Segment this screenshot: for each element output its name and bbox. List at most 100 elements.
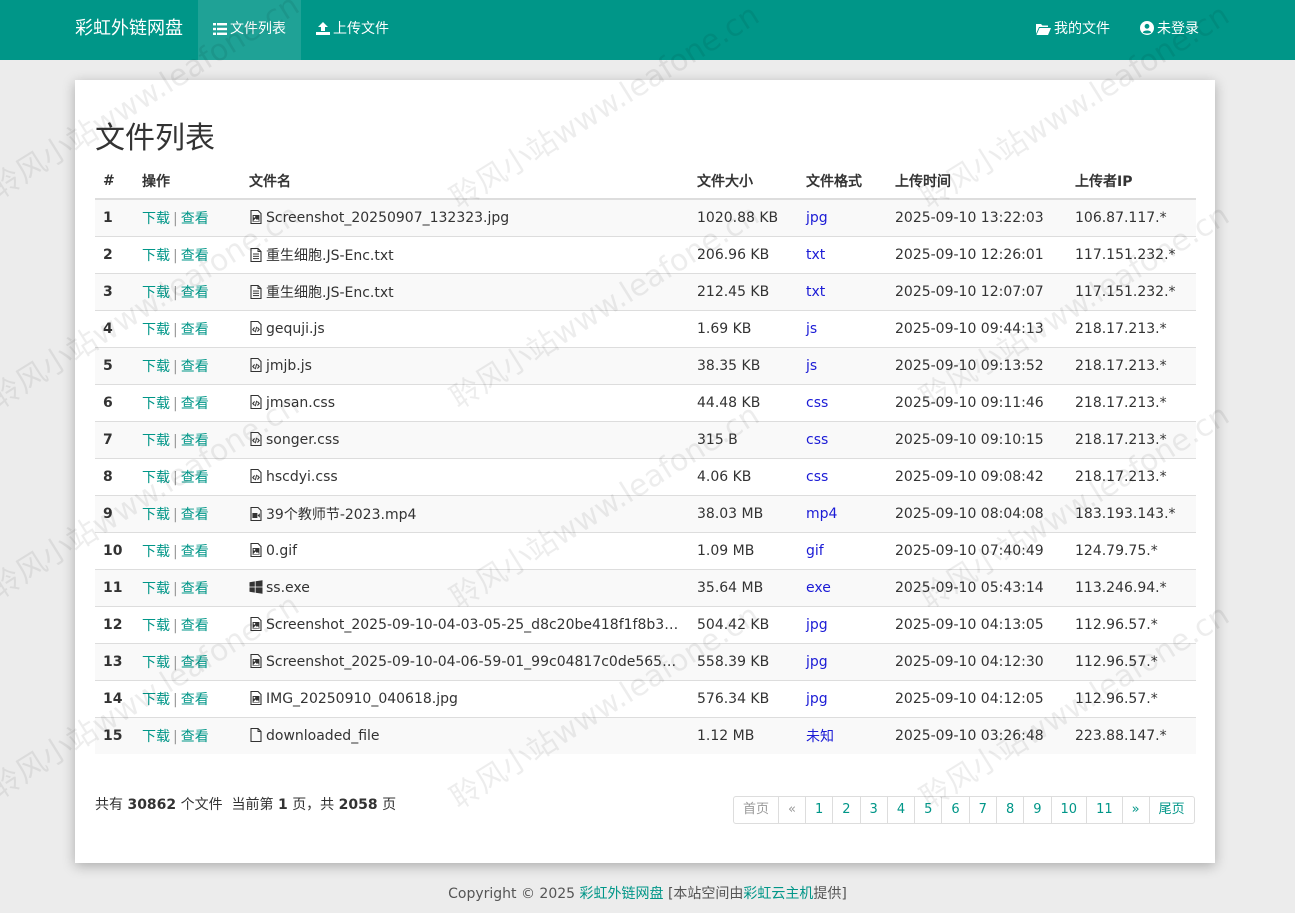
- file-format-link[interactable]: css: [806, 469, 828, 485]
- row-number: 4: [95, 310, 134, 348]
- view-link[interactable]: 查看: [181, 581, 209, 597]
- view-link[interactable]: 查看: [181, 618, 209, 634]
- file-format-link[interactable]: jpg: [806, 691, 828, 707]
- nav-my-files[interactable]: 我的文件: [1036, 0, 1110, 60]
- file-format-link[interactable]: mp4: [806, 506, 837, 522]
- page-4-link[interactable]: 4: [886, 796, 916, 824]
- view-link[interactable]: 查看: [181, 655, 209, 671]
- row-number: 2: [95, 236, 134, 274]
- site-link[interactable]: 彩虹外链网盘: [580, 886, 664, 902]
- view-link[interactable]: 查看: [181, 544, 209, 560]
- download-link[interactable]: 下载: [142, 396, 170, 412]
- view-link[interactable]: 查看: [181, 248, 209, 264]
- last-page-link[interactable]: 尾页: [1148, 796, 1195, 824]
- page-11-link[interactable]: 11: [1086, 796, 1123, 824]
- nav-file-list[interactable]: 文件列表: [198, 0, 301, 60]
- file-format-cell: jpg: [798, 198, 887, 237]
- download-link[interactable]: 下载: [142, 729, 170, 745]
- file-format-cell: js: [798, 347, 887, 385]
- view-link[interactable]: 查看: [181, 470, 209, 486]
- view-link[interactable]: 查看: [181, 507, 209, 523]
- file-name: 0.gif: [266, 543, 298, 559]
- page-10-link[interactable]: 10: [1050, 796, 1088, 824]
- file-format-link[interactable]: txt: [806, 247, 825, 263]
- total-count: 30862: [127, 797, 177, 813]
- file-format-link[interactable]: jpg: [806, 210, 828, 226]
- file-format-cell: 未知: [798, 717, 887, 754]
- download-link[interactable]: 下载: [142, 322, 170, 338]
- download-link[interactable]: 下载: [142, 433, 170, 449]
- brand-link[interactable]: 彩虹外链网盘: [75, 0, 183, 60]
- page-9-link[interactable]: 9: [1023, 796, 1052, 824]
- upload-time: 2025-09-10 04:12:30: [887, 643, 1067, 681]
- file-size: 1.69 KB: [689, 310, 798, 348]
- table-row: 7 下载 | 查看 songer.css 315 Bcss 2025-09-10 09:10…: [95, 421, 1196, 459]
- file-size: 1.12 MB: [689, 717, 798, 754]
- page-7-link[interactable]: 7: [968, 796, 997, 824]
- video-file-icon: [250, 507, 262, 521]
- row-number: 14: [95, 680, 134, 718]
- next-page-link[interactable]: »: [1121, 796, 1150, 824]
- download-link[interactable]: 下载: [142, 470, 170, 486]
- column-header: #: [95, 164, 134, 200]
- row-number: 1: [95, 198, 134, 237]
- nav-login[interactable]: 未登录: [1140, 0, 1199, 60]
- file-format-link[interactable]: jpg: [806, 617, 828, 633]
- row-number: 8: [95, 458, 134, 496]
- file-format-cell: css: [798, 384, 887, 422]
- file-name: 重生细胞.JS-Enc.txt: [266, 248, 394, 264]
- download-link[interactable]: 下载: [142, 655, 170, 671]
- file-format-link[interactable]: css: [806, 395, 828, 411]
- file-format-link[interactable]: txt: [806, 284, 825, 300]
- download-link[interactable]: 下载: [142, 285, 170, 301]
- uploader-ip: 124.79.75.*: [1067, 532, 1196, 570]
- file-format-link[interactable]: exe: [806, 580, 831, 596]
- view-link[interactable]: 查看: [181, 729, 209, 745]
- file-format-link[interactable]: jpg: [806, 654, 828, 670]
- upload-time: 2025-09-10 13:22:03: [887, 198, 1067, 237]
- view-link[interactable]: 查看: [181, 692, 209, 708]
- view-link[interactable]: 查看: [181, 433, 209, 449]
- download-link[interactable]: 下载: [142, 618, 170, 634]
- upload-time: 2025-09-10 09:11:46: [887, 384, 1067, 422]
- file-size: 504.42 KB: [689, 606, 798, 644]
- file-format-link[interactable]: js: [806, 358, 817, 374]
- download-link[interactable]: 下载: [142, 544, 170, 560]
- nav-upload[interactable]: 上传文件: [316, 0, 389, 60]
- host-link[interactable]: 彩虹云主机: [743, 886, 813, 902]
- upload-icon: [316, 22, 330, 35]
- download-link[interactable]: 下载: [142, 359, 170, 375]
- download-link[interactable]: 下载: [142, 581, 170, 597]
- table-row: 6 下载 | 查看 jmsan.css 44.48 KB css 2025-09-10 09:…: [95, 384, 1196, 422]
- top-navbar: 彩虹外链网盘 文件列表 上传文件 我的文件 未登录: [0, 0, 1295, 60]
- view-link[interactable]: 查看: [181, 359, 209, 375]
- file-format-link[interactable]: js: [806, 321, 817, 337]
- view-link[interactable]: 查看: [181, 211, 209, 227]
- page-5-link[interactable]: 5: [914, 796, 943, 824]
- file-name: gequji.js: [266, 321, 325, 337]
- row-actions: 下载 | 查看: [134, 384, 241, 422]
- page-8-link[interactable]: 8: [995, 796, 1025, 824]
- prev-page-link[interactable]: «: [778, 796, 806, 824]
- download-link[interactable]: 下载: [142, 248, 170, 264]
- file-size: 38.03 MB: [689, 495, 798, 533]
- action-separator: |: [173, 285, 178, 301]
- file-size: 315 B: [689, 421, 798, 459]
- file-name: 重生细胞.JS-Enc.txt: [266, 285, 394, 301]
- file-table: # 操作 文件名 文件大小 文件格式 上传时间 上传者IP 1 下载 | 查看 Scre…: [95, 164, 1196, 754]
- view-link[interactable]: 查看: [181, 285, 209, 301]
- file-format-link[interactable]: css: [806, 432, 828, 448]
- view-link[interactable]: 查看: [181, 396, 209, 412]
- first-page-link[interactable]: 首页: [733, 796, 780, 824]
- page-1-link[interactable]: 1: [804, 796, 834, 824]
- page-6-link[interactable]: 6: [941, 796, 970, 824]
- view-link[interactable]: 查看: [181, 322, 209, 338]
- file-format-link[interactable]: gif: [806, 543, 824, 559]
- page-2-link[interactable]: 2: [832, 796, 861, 824]
- file-name-cell: 重生细胞.JS-Enc.txt: [241, 236, 689, 274]
- file-format-link[interactable]: 未知: [806, 729, 834, 745]
- download-link[interactable]: 下载: [142, 211, 170, 227]
- page-3-link[interactable]: 3: [859, 796, 888, 824]
- download-link[interactable]: 下载: [142, 507, 170, 523]
- download-link[interactable]: 下载: [142, 692, 170, 708]
